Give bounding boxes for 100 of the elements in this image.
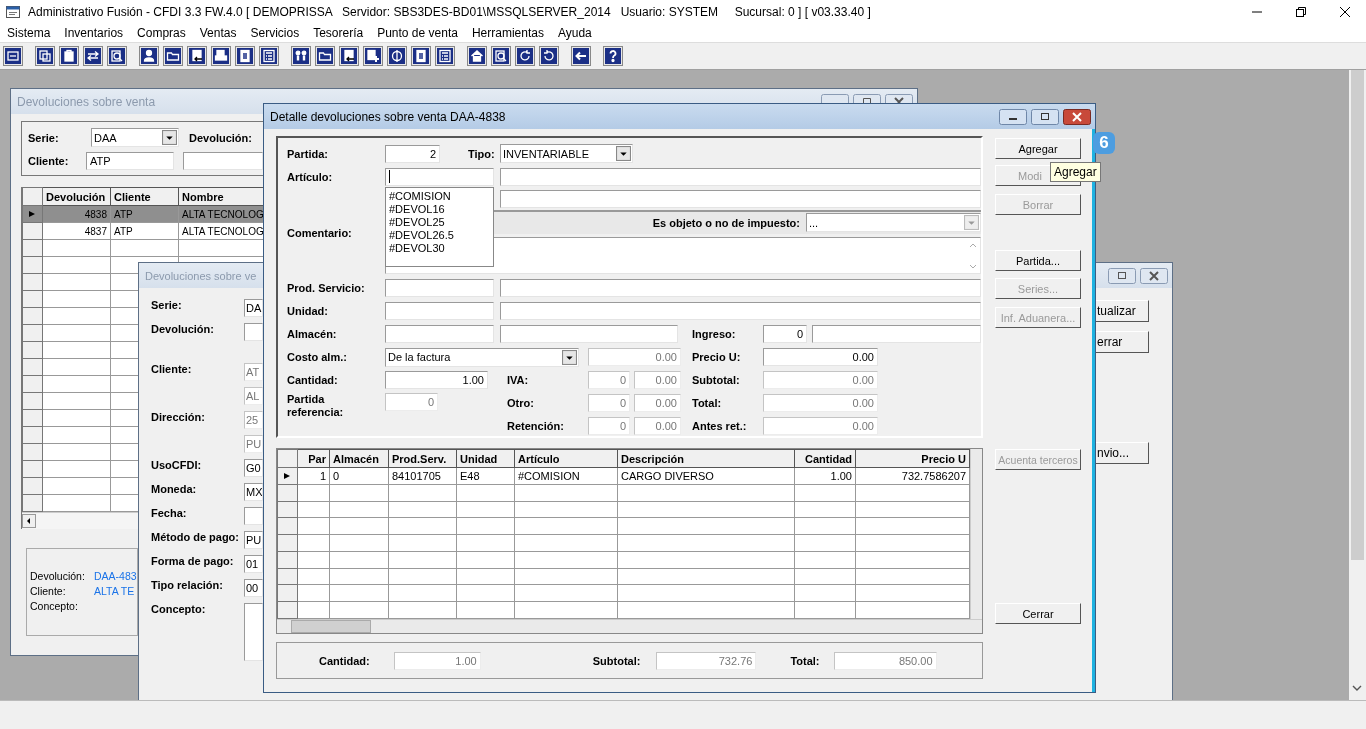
- home-icon[interactable]: [467, 46, 487, 66]
- list-item[interactable]: #DEVOL16: [389, 202, 490, 216]
- field-label: Retención:: [507, 420, 565, 432]
- field-label: Prod. Servicio:: [287, 282, 366, 295]
- input-field[interactable]: G0: [244, 459, 263, 477]
- restore-icon[interactable]: [1031, 108, 1059, 125]
- client-field[interactable]: ATP: [86, 152, 174, 170]
- input-field[interactable]: 0.00: [763, 348, 878, 367]
- people-icon[interactable]: [291, 46, 311, 66]
- menu-item[interactable]: Inventarios: [64, 25, 124, 40]
- button[interactable]: Agregar: [995, 138, 1081, 159]
- back-arrow-icon[interactable]: [571, 46, 591, 66]
- column-header[interactable]: Almacén: [329, 449, 389, 468]
- input-field[interactable]: MX: [244, 483, 263, 501]
- field-label: Artículo:: [287, 170, 334, 183]
- input-field[interactable]: PU: [244, 531, 263, 549]
- copy-icon[interactable]: [35, 46, 55, 66]
- restore-icon[interactable]: [1296, 6, 1306, 17]
- grid-row[interactable]: 4837 ATP ALTA TECNOLOG: [22, 222, 264, 240]
- menu-item[interactable]: Compras: [137, 25, 186, 40]
- list-item[interactable]: #DEVOL25: [389, 215, 490, 229]
- button[interactable]: tualizar: [1095, 300, 1149, 322]
- menu-item[interactable]: Ayuda: [557, 25, 592, 40]
- menu-item[interactable]: Punto de venta: [377, 25, 458, 40]
- input-field: 0.00: [634, 371, 681, 389]
- field-label: Partida referencia:: [287, 393, 345, 419]
- menu-item[interactable]: Sistema: [7, 25, 51, 40]
- field-label: Tipo:: [468, 147, 496, 160]
- scroll-left-icon[interactable]: [22, 514, 36, 528]
- window-title: Administrativo Fusión - CFDI 3.3 FW.4.0 [ DEMOPRISSA Servidor: SBS3DES-BD01\MSSQLSERVER_2014 Usuario: SYSTEM Sucursal: 0 ] [ v03.33.40 ]: [28, 4, 871, 19]
- info-value: DAA-483: [94, 570, 137, 582]
- document-arrow-icon[interactable]: [339, 46, 359, 66]
- type-dropdown[interactable]: INVENTARIABLE: [500, 144, 633, 164]
- input-field: 0.00: [588, 348, 681, 367]
- column-header[interactable]: Precio U: [855, 449, 970, 468]
- field-label: Otro:: [507, 397, 535, 409]
- field-label: Comentario:: [287, 226, 352, 239]
- list-icon[interactable]: [259, 46, 279, 66]
- input-field[interactable]: DA: [244, 299, 263, 317]
- button[interactable]: Cerrar: [995, 603, 1081, 624]
- grid-row[interactable]: 1 0 84101705 E48 #COMISION CARGO DIVERSO 1.00 732.7586207: [277, 467, 970, 485]
- input-field[interactable]: 2: [385, 144, 440, 163]
- info-label: Concepto:: [30, 600, 79, 612]
- column-header[interactable]: Descripción: [617, 449, 795, 468]
- button[interactable]: errar: [1095, 331, 1149, 353]
- cost-dropdown[interactable]: De la factura: [385, 347, 579, 367]
- menu-item[interactable]: Ventas: [199, 25, 237, 40]
- button[interactable]: nvio...: [1095, 442, 1149, 464]
- list-item[interactable]: #DEVOL26.5: [389, 228, 490, 242]
- column-header[interactable]: Devolución: [42, 187, 111, 206]
- grid-row[interactable]: 4838 ATP ALTA TECNOLOG: [22, 205, 264, 223]
- menu-item[interactable]: Tesorería: [313, 25, 364, 40]
- document-plus-icon[interactable]: [363, 46, 383, 66]
- column-header[interactable]: Cantidad: [794, 449, 856, 468]
- document-arrow-icon[interactable]: [187, 46, 207, 66]
- undo-icon[interactable]: [539, 46, 559, 66]
- folder-icon[interactable]: [315, 46, 335, 66]
- field-label: Partida:: [287, 147, 329, 160]
- field-label: Total:: [790, 654, 820, 667]
- input-field[interactable]: 1.00: [385, 371, 488, 389]
- column-header[interactable]: Artículo: [514, 449, 618, 468]
- close-icon[interactable]: [1340, 6, 1350, 17]
- column-header[interactable]: Prod.Serv.: [388, 449, 457, 468]
- input-field[interactable]: 0: [763, 325, 807, 344]
- vertical-scrollbar[interactable]: [1349, 70, 1366, 700]
- menu-item[interactable]: Herramientas: [471, 25, 544, 40]
- document-icon[interactable]: [235, 46, 255, 66]
- column-header[interactable]: Nombre: [178, 187, 264, 206]
- column-header[interactable]: Cliente: [110, 187, 179, 206]
- menu-item[interactable]: Servicios: [250, 25, 300, 40]
- field-label: Forma de pago:: [151, 555, 234, 567]
- column-header[interactable]: Par: [297, 449, 330, 468]
- printer-icon[interactable]: [211, 46, 231, 66]
- list-icon[interactable]: [435, 46, 455, 66]
- list-item[interactable]: #COMISION: [389, 189, 490, 203]
- close-icon[interactable]: [1063, 108, 1091, 125]
- series-dropdown[interactable]: DAA: [91, 128, 179, 147]
- input-field[interactable]: 01: [244, 555, 263, 573]
- vertical-scrollbar[interactable]: [970, 449, 982, 619]
- swap-arrows-icon[interactable]: [83, 46, 103, 66]
- help-icon[interactable]: [603, 46, 623, 66]
- zoom-page-icon[interactable]: [491, 46, 511, 66]
- list-item[interactable]: #DEVOL30: [389, 241, 490, 255]
- button[interactable]: Partida...: [995, 250, 1081, 271]
- field-label: Devolución:: [151, 323, 214, 335]
- concept-textarea[interactable]: [244, 603, 263, 661]
- folder-icon[interactable]: [163, 46, 183, 66]
- document-icon[interactable]: [411, 46, 431, 66]
- input-field[interactable]: 00: [244, 579, 263, 597]
- scroll-down-icon[interactable]: [1352, 684, 1362, 692]
- total-field: 850.00: [833, 651, 937, 670]
- horizontal-scrollbar[interactable]: [277, 619, 982, 633]
- column-header[interactable]: Unidad: [456, 449, 515, 468]
- coin-icon[interactable]: [387, 46, 407, 66]
- person-icon[interactable]: [139, 46, 159, 66]
- minimize-icon[interactable]: [999, 108, 1027, 125]
- zoom-page-icon[interactable]: [107, 46, 127, 66]
- client-name-field[interactable]: [183, 152, 263, 170]
- clipboard-icon[interactable]: [59, 46, 79, 66]
- rotate-icon[interactable]: [515, 46, 535, 66]
